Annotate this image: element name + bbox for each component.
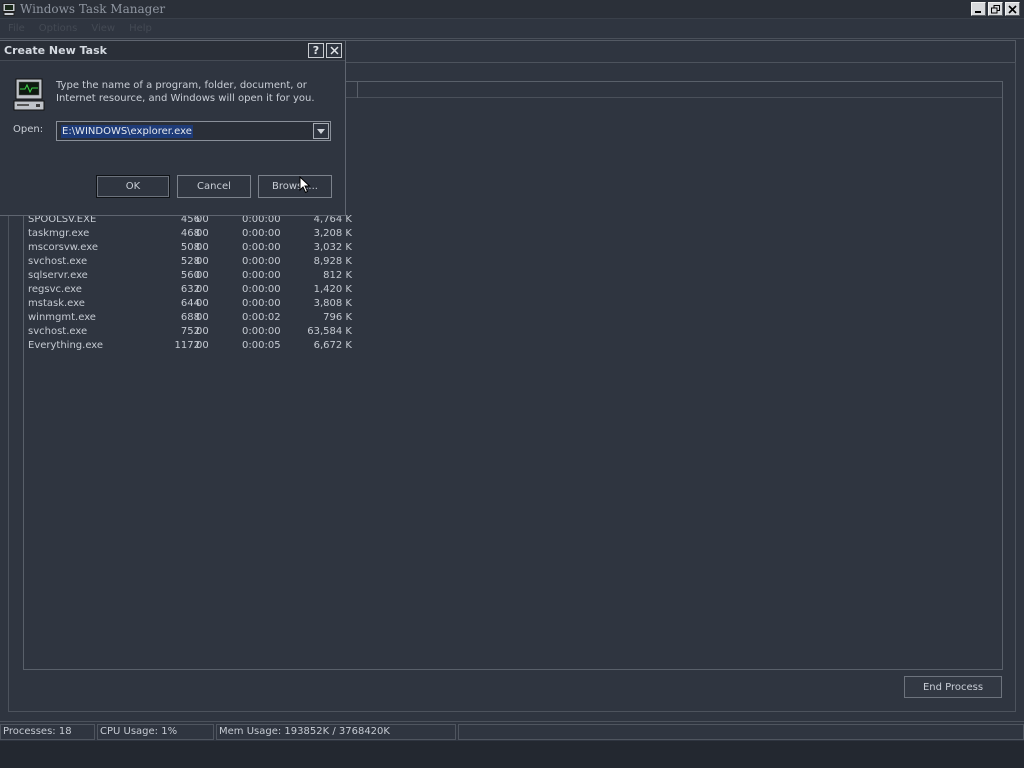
process-cpu-time: 0:00:00 [242,270,281,281]
process-cpu-time: 0:00:00 [242,256,281,267]
open-label: Open: [13,124,44,135]
process-mem: 6,672 K [313,340,352,351]
minimize-icon [975,10,981,13]
menu-view[interactable]: View [91,23,115,34]
status-empty [458,724,1024,740]
process-name: svchost.exe [28,326,88,337]
process-name: sqlservr.exe [28,270,88,281]
open-input[interactable]: E:\WINDOWS\explorer.exe [61,125,193,138]
menu-file[interactable]: File [8,23,25,34]
process-cpu-time: 0:00:00 [242,284,281,295]
restore-icon [991,4,1000,13]
process-cpu: 00 [196,326,209,337]
dialog-help-button[interactable]: ? [308,43,324,58]
process-mem: 3,808 K [313,298,352,309]
window-controls [971,2,1020,16]
process-name: Everything.exe [28,340,104,351]
process-cpu-time: 0:00:00 [242,242,281,253]
create-new-task-dialog: Create New Task ? Type the name of a pro… [0,40,346,216]
process-cpu: 00 [196,340,209,351]
taskbar-strip [0,741,1024,768]
dialog-close-button[interactable] [326,43,342,58]
restore-button[interactable] [988,2,1003,16]
open-combobox[interactable]: E:\WINDOWS\explorer.exe [56,121,331,141]
process-cpu: 00 [196,284,209,295]
table-row[interactable]: svchost.exe 528 00 0:00:00 8,928 K [28,256,358,270]
process-name: taskmgr.exe [28,228,90,239]
process-name: svchost.exe [28,256,88,267]
table-row[interactable]: mscorsvw.exe 508 00 0:00:00 3,032 K [28,242,358,256]
process-cpu-time: 0:00:05 [242,340,281,351]
cancel-button[interactable]: Cancel [177,175,251,198]
status-bar: Processes: 18 CPU Usage: 1% Mem Usage: 1… [0,721,1024,740]
process-name: mscorsvw.exe [28,242,98,253]
close-icon [329,46,339,55]
close-icon [1008,4,1017,14]
status-processes: Processes: 18 [0,724,95,740]
menu-help[interactable]: Help [129,23,152,34]
process-cpu-time: 0:00:02 [242,312,281,323]
table-row[interactable]: regsvc.exe 632 00 0:00:00 1,420 K [28,284,358,298]
process-cpu-time: 0:00:00 [242,326,281,337]
process-name: regsvc.exe [28,284,82,295]
menu-bar: File Options View Help [0,19,1024,37]
task-manager-icon [2,2,16,16]
open-dropdown-button[interactable] [313,123,329,139]
table-row[interactable]: SPOOLSV.EXE 456 00 0:00:00 4,764 K [28,214,358,228]
status-mem-usage: Mem Usage: 193852K / 3768420K [216,724,456,740]
mouse-cursor-icon [299,176,311,194]
main-title-bar: Windows Task Manager [0,0,1024,19]
process-name: mstask.exe [28,298,85,309]
process-mem: 8,928 K [313,256,352,267]
process-cpu: 00 [196,228,209,239]
table-row[interactable]: winmgmt.exe 688 00 0:00:02 796 K [28,312,358,326]
table-row[interactable]: sqlservr.exe 560 00 0:00:00 812 K [28,270,358,284]
dialog-title-bar: Create New Task ? [0,41,345,61]
process-mem: 63,584 K [307,326,352,337]
ok-button[interactable]: OK [96,175,170,198]
process-cpu: 00 [196,270,209,281]
process-mem: 3,032 K [313,242,352,253]
table-row[interactable]: Everything.exe 1172 00 0:00:05 6,672 K [28,340,358,354]
process-mem: 1,420 K [313,284,352,295]
process-mem: 812 K [323,270,352,281]
process-name: winmgmt.exe [28,312,96,323]
process-mem: 796 K [323,312,352,323]
end-process-button[interactable]: End Process [904,676,1002,698]
dialog-title: Create New Task [4,44,107,57]
browse-button[interactable]: Browse... [258,175,332,198]
computer-icon [13,78,45,111]
table-row[interactable]: taskmgr.exe 468 00 0:00:00 3,208 K [28,228,358,242]
close-button[interactable] [1005,2,1020,16]
process-cpu-time: 0:00:00 [242,228,281,239]
process-cpu: 00 [196,298,209,309]
process-cpu: 00 [196,312,209,323]
minimize-button[interactable] [971,2,986,16]
chevron-down-icon [317,128,325,134]
table-row[interactable]: svchost.exe 752 00 0:00:00 63,584 K [28,326,358,340]
help-icon: ? [312,44,320,57]
process-mem: 3,208 K [313,228,352,239]
process-cpu-time: 0:00:00 [242,298,281,309]
dialog-description: Type the name of a program, folder, docu… [56,80,315,104]
tab-strip [346,40,1016,62]
table-row[interactable]: mstask.exe 644 00 0:00:00 3,808 K [28,298,358,312]
menu-options[interactable]: Options [39,23,78,34]
status-cpu-usage: CPU Usage: 1% [97,724,214,740]
process-cpu: 00 [196,256,209,267]
process-cpu: 00 [196,242,209,253]
window-title: Windows Task Manager [20,2,166,16]
column-separator[interactable] [357,82,358,98]
tab-strip-divider [0,38,1024,39]
